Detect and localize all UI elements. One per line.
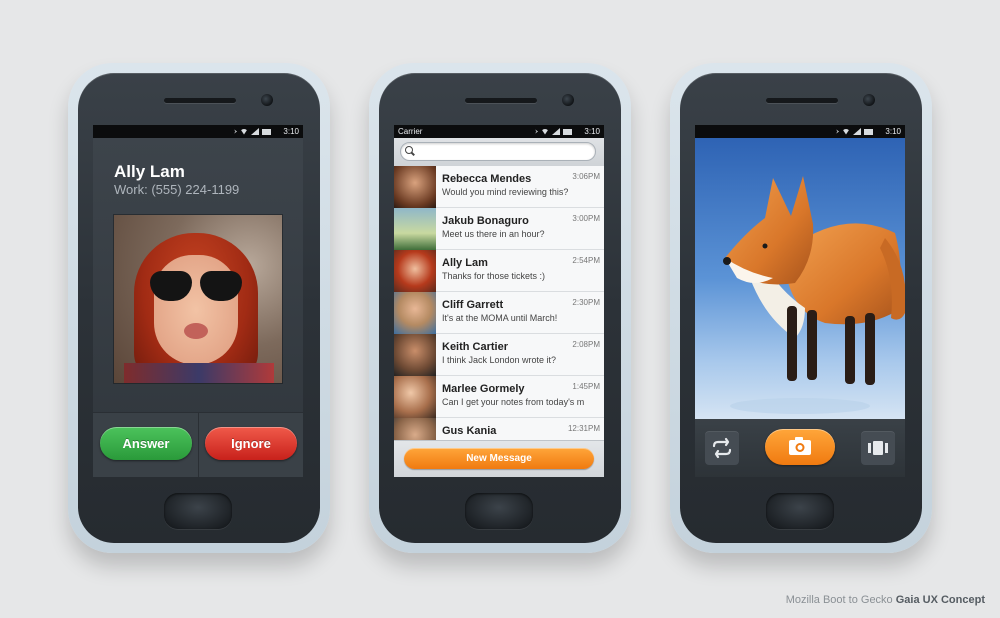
home-button[interactable] [766,493,834,529]
message-list: Rebecca Mendes 3:06PM Would you mind rev… [394,166,604,440]
message-preview: Thanks for those tickets :) [442,271,546,281]
video-mode-button[interactable] [861,431,895,465]
camera-screen: 3:10 [695,125,905,477]
message-preview: Can I get your notes from today's m [442,397,585,407]
message-row[interactable]: Keith Cartier 2:08PM I think Jack London… [394,334,604,376]
phone-incoming-call: 3:10 Ally Lam Work: (555) 224-1199 Answe… [68,63,330,553]
battery-icon [563,128,572,135]
message-preview: I think Jack London wrote it? [442,355,557,365]
status-bar: 3:10 [93,125,303,138]
signal-icon [552,128,560,135]
message-sender: Cliff Garrett [442,299,504,311]
message-preview: It's at the MOMA until March! [442,313,558,323]
compose-bar: New Message [394,440,604,477]
wifi-icon [842,128,850,135]
avatar [394,334,436,376]
message-preview: Would you mind reviewing this? [442,187,569,197]
call-screen: 3:10 Ally Lam Work: (555) 224-1199 Answe… [93,125,303,477]
avatar [394,250,436,292]
message-preview: Meet us there in an hour? [442,229,545,239]
switch-camera-icon [712,437,732,459]
camera-controls [695,419,905,477]
caller-number-label: Work: [114,182,148,197]
wifi-icon [541,128,549,135]
signal-icon [251,128,259,135]
status-time: 3:10 [584,127,600,136]
message-row[interactable]: Cliff Garrett 2:30PM It's at the MOMA un… [394,292,604,334]
call-actions: Answer Ignore [93,412,303,477]
status-time: 3:10 [283,127,299,136]
avatar [394,208,436,250]
message-time: 12:31PM [567,424,600,433]
message-row[interactable]: Jakub Bonaguro 3:00PM Meet us there in a… [394,208,604,250]
carrier-name: Carrier [398,127,423,136]
avatar [394,376,436,418]
new-message-button[interactable]: New Message [404,448,594,469]
message-sender: Marlee Gormely [442,383,525,395]
message-row[interactable]: Ally Lam 2:54PM Thanks for those tickets… [394,250,604,292]
caller-name: Ally Lam [114,162,185,181]
front-camera [863,94,875,106]
camera-viewfinder[interactable] [695,138,905,419]
phone-body: 3:10 Ally Lam Work: (555) 224-1199 Answe… [78,73,320,543]
message-time: 2:30PM [572,298,600,307]
avatar [394,166,436,208]
status-bar: Carrier 3:10 [394,125,604,138]
caller-photo [114,215,282,383]
video-mode-icon [868,441,888,455]
message-sender: Ally Lam [442,257,488,269]
search-input[interactable] [400,142,596,161]
earpiece-speaker [164,98,236,103]
camera-icon [789,437,811,455]
phone-body: Carrier 3:10 Rebecca Mendes 3:06PM Would… [379,73,621,543]
earpiece-speaker [465,98,537,103]
caller-number-value: (555) 224-1199 [151,182,240,197]
message-sender: Keith Cartier [442,341,509,353]
fox-photo [695,138,905,419]
bluetooth-icon [836,129,839,134]
footer-caption: Mozilla Boot to Gecko Gaia UX Concept [786,594,985,606]
message-sender: Gus Kania [442,425,497,437]
avatar [394,418,436,440]
bluetooth-icon [535,129,538,134]
status-time: 3:10 [885,127,901,136]
phone-camera: 3:10 [670,63,932,553]
front-camera [261,94,273,106]
signal-icon [853,128,861,135]
search-bar [394,138,604,166]
battery-icon [864,128,873,135]
status-bar: 3:10 [695,125,905,138]
message-time: 3:00PM [572,214,600,223]
home-button[interactable] [164,493,232,529]
shutter-button[interactable] [765,429,835,465]
message-time: 3:06PM [572,172,600,181]
earpiece-speaker [766,98,838,103]
phone-body: 3:10 [680,73,922,543]
caption-emphasis: Gaia UX Concept [895,594,985,606]
message-row[interactable]: Gus Kania 12:31PM [394,418,604,440]
bluetooth-icon [234,129,237,134]
avatar [394,292,436,334]
home-button[interactable] [465,493,533,529]
message-time: 2:54PM [572,256,600,265]
message-time: 1:45PM [572,382,600,391]
caller-number: Work: (555) 224-1199 [114,182,239,197]
answer-button[interactable]: Answer [100,427,192,460]
battery-icon [262,128,271,135]
message-row[interactable]: Marlee Gormely 1:45PM Can I get your not… [394,376,604,418]
phone-messages: Carrier 3:10 Rebecca Mendes 3:06PM Would… [369,63,631,553]
divider [198,413,199,477]
messages-screen: Carrier 3:10 Rebecca Mendes 3:06PM Would… [394,125,604,477]
message-time: 2:08PM [572,340,600,349]
wifi-icon [240,128,248,135]
ignore-button[interactable]: Ignore [205,427,297,460]
front-camera [562,94,574,106]
message-row[interactable]: Rebecca Mendes 3:06PM Would you mind rev… [394,166,604,208]
message-sender: Rebecca Mendes [442,173,532,185]
message-sender: Jakub Bonaguro [442,215,529,227]
caption-prefix: Mozilla Boot to Gecko [785,594,893,606]
search-icon [405,146,413,154]
switch-camera-button[interactable] [705,431,739,465]
